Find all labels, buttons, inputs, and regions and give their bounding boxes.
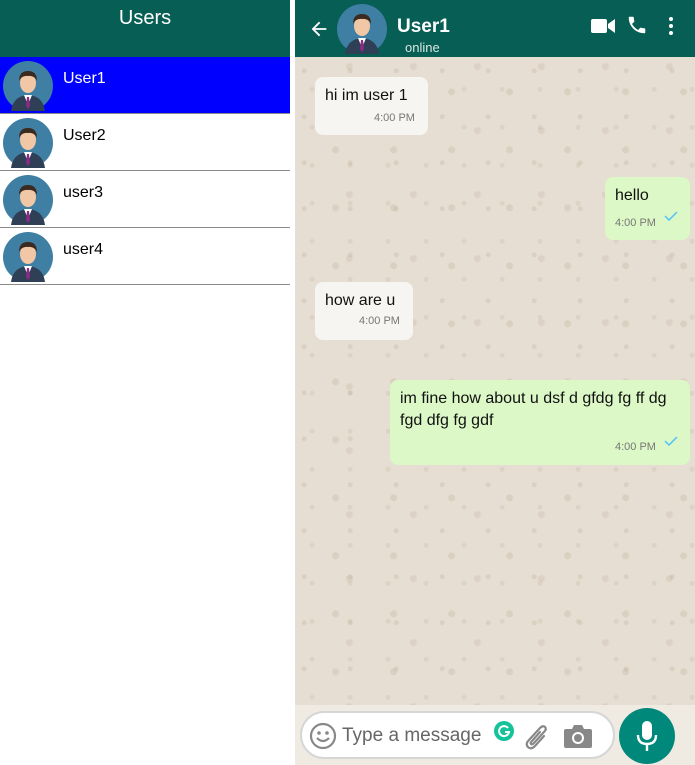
message-list: hi im user 1 4:00 PM hello 4:00 PM how a…	[295, 57, 695, 705]
attach-icon[interactable]	[524, 722, 550, 752]
user-item-2[interactable]: User2	[0, 114, 290, 171]
message-text: im fine how about u dsf d gfdg fg ff dg …	[400, 390, 667, 429]
user-name: user4	[63, 241, 104, 258]
message-time: 4:00 PM	[359, 315, 400, 327]
read-check-icon	[664, 436, 678, 446]
user-list: User1 User2 user3 user4	[0, 57, 290, 285]
contact-name: User1	[397, 16, 450, 37]
user-item-1[interactable]: User1	[0, 57, 290, 114]
avatar	[3, 118, 53, 168]
emoji-icon[interactable]	[309, 722, 337, 750]
sidebar-title: Users	[0, 0, 290, 57]
message-bubble-outgoing: hello 4:00 PM	[605, 177, 690, 240]
message-bubble-incoming: hi im user 1 4:00 PM	[315, 77, 428, 135]
message-time: 4:00 PM	[615, 441, 656, 453]
message-composer	[295, 705, 695, 765]
more-vert-icon[interactable]	[668, 16, 674, 36]
user-item-4[interactable]: user4	[0, 228, 290, 285]
camera-icon[interactable]	[563, 723, 593, 749]
message-input-box	[300, 711, 615, 759]
message-bubble-incoming: how are u 4:00 PM	[315, 282, 413, 340]
message-input[interactable]	[342, 722, 492, 750]
back-arrow-icon[interactable]	[308, 18, 330, 40]
contact-status: online	[405, 40, 440, 55]
message-time: 4:00 PM	[374, 112, 415, 124]
message-time: 4:00 PM	[615, 217, 656, 229]
users-sidebar: Users User1 User2 user3 user4	[0, 0, 290, 765]
avatar	[3, 232, 53, 282]
mic-icon	[636, 721, 658, 751]
voice-record-button[interactable]	[619, 708, 675, 764]
user-name: User1	[63, 70, 106, 87]
grammarly-icon[interactable]	[494, 721, 514, 741]
message-text: hello	[615, 187, 649, 204]
chat-app: Users User1 User2 user3 user4 User1 onli…	[0, 0, 695, 765]
message-bubble-outgoing: im fine how about u dsf d gfdg fg ff dg …	[390, 380, 690, 465]
avatar	[3, 175, 53, 225]
message-text: hi im user 1	[325, 87, 408, 104]
avatar[interactable]	[337, 4, 387, 54]
chat-panel: User1 online hi im user 1 4:00 PM hello …	[295, 0, 695, 765]
avatar	[3, 61, 53, 111]
user-item-3[interactable]: user3	[0, 171, 290, 228]
user-name: User2	[63, 127, 106, 144]
chat-header: User1 online	[295, 0, 695, 57]
user-name: user3	[63, 184, 104, 201]
message-text: how are u	[325, 292, 396, 309]
video-call-icon[interactable]	[591, 18, 615, 34]
read-check-icon	[664, 211, 678, 221]
phone-icon[interactable]	[626, 14, 648, 36]
